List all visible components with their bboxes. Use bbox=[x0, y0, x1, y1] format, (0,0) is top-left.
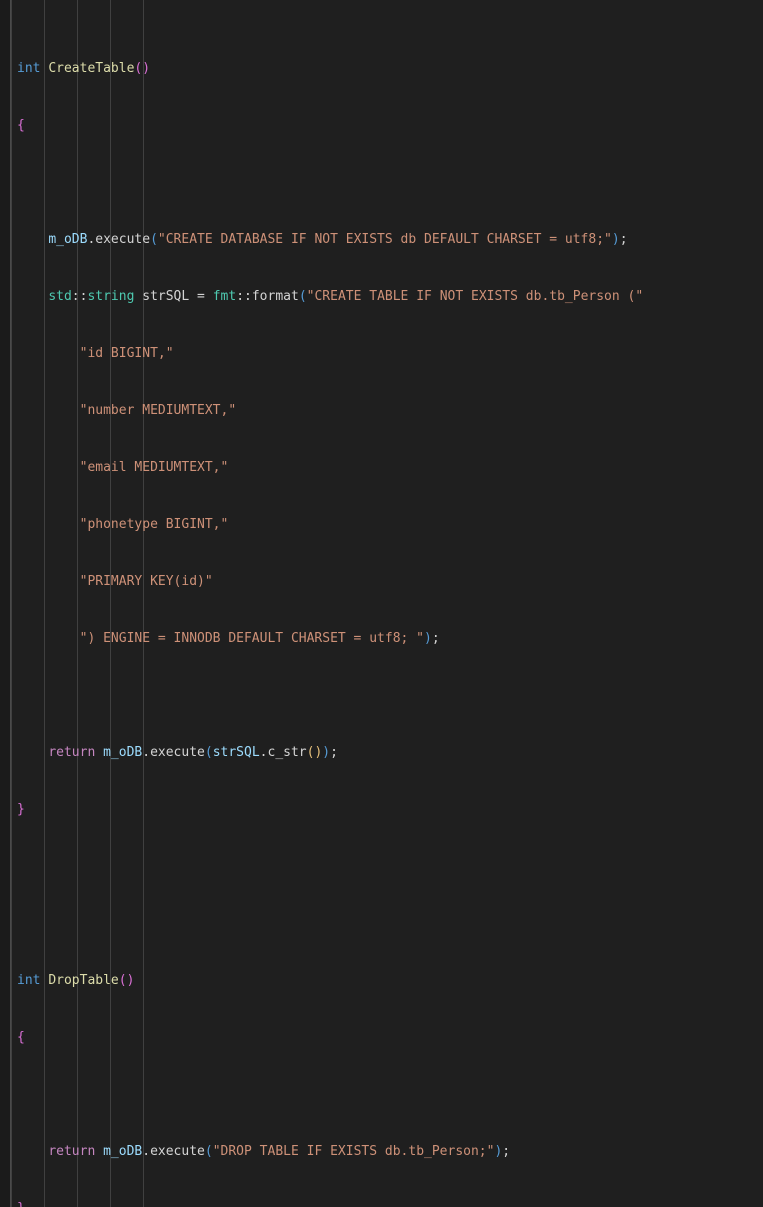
code-content[interactable]: int CreateTable() { m_oDB.execute("CREAT… bbox=[0, 0, 763, 1207]
code-line: } bbox=[0, 1199, 763, 1207]
code-line: { bbox=[17, 1030, 25, 1045]
editor-gutter bbox=[0, 0, 10, 1207]
code-line: std::string strSQL = fmt::format("CREATE… bbox=[48, 289, 644, 304]
code-line: "number MEDIUMTEXT," bbox=[79, 403, 237, 418]
code-line: "PRIMARY KEY(id)" bbox=[79, 574, 213, 589]
code-line: int CreateTable() bbox=[17, 61, 151, 76]
gutter-border bbox=[10, 0, 11, 1207]
code-line: "email MEDIUMTEXT," bbox=[79, 460, 229, 475]
code-line: ") ENGINE = INNODB DEFAULT CHARSET = utf… bbox=[79, 631, 440, 646]
code-line: "phonetype BIGINT," bbox=[79, 517, 229, 532]
code-line: } bbox=[17, 802, 25, 817]
code-line: m_oDB.execute("CREATE DATABASE IF NOT EX… bbox=[48, 232, 628, 247]
code-line: { bbox=[17, 118, 25, 133]
code-line: "id BIGINT," bbox=[79, 346, 174, 361]
code-line: return m_oDB.execute(strSQL.c_str()); bbox=[48, 745, 338, 760]
code-line: return m_oDB.execute("DROP TABLE IF EXIS… bbox=[48, 1144, 511, 1159]
code-editor[interactable]: int CreateTable() { m_oDB.execute("CREAT… bbox=[0, 0, 763, 1207]
code-line: int DropTable() bbox=[17, 973, 135, 988]
